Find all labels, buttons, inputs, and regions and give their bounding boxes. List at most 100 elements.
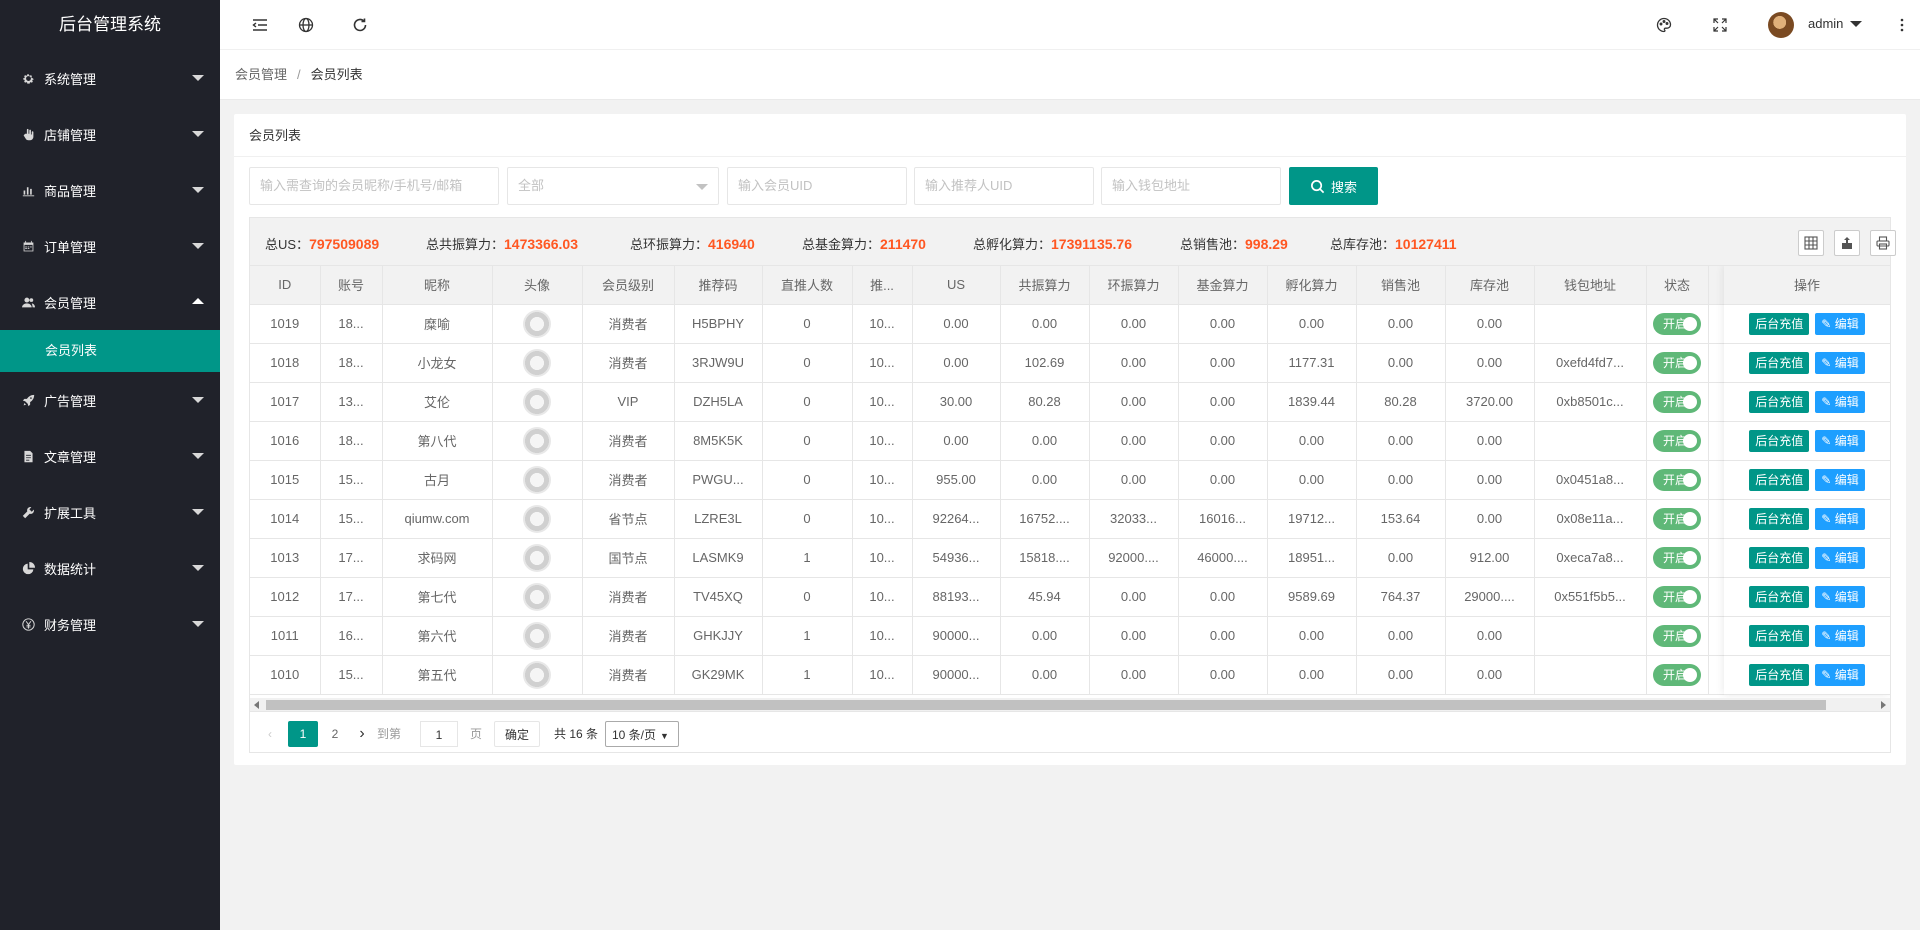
globe-icon[interactable] <box>296 15 316 35</box>
prev-page-icon[interactable]: ‹ <box>262 721 278 747</box>
column-header[interactable]: 基金算力 <box>1178 266 1268 305</box>
column-header[interactable]: 销售池 <box>1356 266 1446 305</box>
keyword-search-input[interactable]: 输入需查询的会员昵称/手机号/邮箱 <box>249 167 499 205</box>
sidebar-item-4[interactable]: 会员管理 <box>0 274 220 330</box>
user-avatar[interactable] <box>1768 12 1794 38</box>
column-header[interactable]: 推荐码 <box>674 266 763 305</box>
recharge-button[interactable]: 后台充值 <box>1749 546 1810 569</box>
avatar[interactable] <box>523 504 551 533</box>
column-header[interactable]: 账号 <box>320 266 383 305</box>
member-level-select[interactable]: 全部 <box>507 167 719 205</box>
scroll-right-arrow-icon[interactable] <box>1881 701 1886 709</box>
column-filter-icon[interactable] <box>1798 230 1824 256</box>
recharge-button[interactable]: 后台充值 <box>1749 585 1810 608</box>
status-toggle[interactable]: 开启 <box>1653 312 1701 335</box>
recharge-button[interactable]: 后台充值 <box>1749 351 1810 374</box>
recharge-button[interactable]: 后台充值 <box>1749 390 1810 413</box>
edit-button[interactable]: ✎ 编辑 <box>1815 312 1865 335</box>
avatar[interactable] <box>523 426 551 455</box>
column-header[interactable]: 孵化算力 <box>1267 266 1357 305</box>
status-toggle[interactable]: 开启 <box>1653 624 1701 647</box>
page-2-button[interactable]: 2 <box>320 721 350 747</box>
edit-button[interactable]: ✎ 编辑 <box>1815 351 1865 374</box>
column-header[interactable]: ID <box>250 266 321 305</box>
more-vertical-icon[interactable] <box>1892 15 1912 35</box>
recharge-button[interactable]: 后台充值 <box>1749 507 1810 530</box>
scrollbar-thumb[interactable] <box>266 700 1826 710</box>
edit-button[interactable]: ✎ 编辑 <box>1815 624 1865 647</box>
page-size-select[interactable]: 10 条/页 ▼ <box>605 721 679 747</box>
edit-button[interactable]: ✎ 编辑 <box>1815 663 1865 686</box>
search-button[interactable]: 搜索 <box>1289 167 1378 205</box>
user-name[interactable]: admin <box>1808 16 1843 31</box>
column-header[interactable]: 库存池 <box>1445 266 1535 305</box>
horizontal-scrollbar[interactable] <box>250 698 1890 712</box>
recharge-button[interactable]: 后台充值 <box>1749 624 1810 647</box>
sidebar-item-9[interactable]: 财务管理 <box>0 596 220 652</box>
column-header[interactable]: 环振算力 <box>1089 266 1179 305</box>
avatar[interactable] <box>523 582 551 611</box>
wallet-address-input[interactable]: 输入钱包地址 <box>1101 167 1281 205</box>
status-toggle[interactable]: 开启 <box>1653 663 1701 686</box>
sidebar-item-2[interactable]: 商品管理 <box>0 162 220 218</box>
column-header[interactable]: 昵称 <box>382 266 493 305</box>
edit-button[interactable]: ✎ 编辑 <box>1815 546 1865 569</box>
status-toggle[interactable]: 开启 <box>1653 390 1701 413</box>
page-1-button[interactable]: 1 <box>288 721 318 747</box>
next-page-icon[interactable]: › <box>354 721 370 747</box>
sidebar-subitem-member-list[interactable]: 会员列表 <box>0 330 220 372</box>
column-header[interactable]: 会员级别 <box>582 266 675 305</box>
edit-button[interactable]: ✎ 编辑 <box>1815 585 1865 608</box>
status-toggle[interactable]: 开启 <box>1653 429 1701 452</box>
avatar[interactable] <box>523 387 551 416</box>
status-toggle[interactable]: 开启 <box>1653 351 1701 374</box>
edit-button[interactable]: ✎ 编辑 <box>1815 390 1865 413</box>
chevron-down-icon[interactable] <box>1850 21 1862 27</box>
edit-button[interactable]: ✎ 编辑 <box>1815 429 1865 452</box>
top-header: admin <box>220 0 1920 50</box>
avatar[interactable] <box>523 309 551 338</box>
edit-button[interactable]: ✎ 编辑 <box>1815 468 1865 491</box>
status-toggle[interactable]: 开启 <box>1653 468 1701 491</box>
column-header[interactable]: 共振算力 <box>1000 266 1090 305</box>
avatar[interactable] <box>523 465 551 494</box>
sidebar-item-7[interactable]: 扩展工具 <box>0 484 220 540</box>
column-header[interactable]: 推... <box>852 266 913 305</box>
print-icon[interactable] <box>1870 230 1896 256</box>
goto-page-input[interactable]: 1 <box>420 721 458 747</box>
menu-collapse-icon[interactable] <box>250 15 270 35</box>
status-toggle[interactable]: 开启 <box>1653 507 1701 530</box>
recharge-button[interactable]: 后台充值 <box>1749 312 1810 335</box>
avatar[interactable] <box>523 543 551 572</box>
status-toggle[interactable]: 开启 <box>1653 546 1701 569</box>
refresh-icon[interactable] <box>350 15 370 35</box>
breadcrumb-parent[interactable]: 会员管理 <box>235 67 287 82</box>
column-header[interactable]: US <box>912 266 1001 305</box>
recharge-button[interactable]: 后台充值 <box>1749 663 1810 686</box>
table-cell: 10... <box>852 382 913 422</box>
sidebar-item-8[interactable]: 数据统计 <box>0 540 220 596</box>
recharge-button[interactable]: 后台充值 <box>1749 429 1810 452</box>
column-header[interactable]: 直推人数 <box>762 266 853 305</box>
column-header[interactable]: 头像 <box>492 266 583 305</box>
sidebar-item-0[interactable]: 系统管理 <box>0 50 220 106</box>
column-header[interactable]: 钱包地址 <box>1534 266 1647 305</box>
avatar[interactable] <box>523 348 551 377</box>
sidebar-item-1[interactable]: 店铺管理 <box>0 106 220 162</box>
export-icon[interactable] <box>1834 230 1860 256</box>
edit-button[interactable]: ✎ 编辑 <box>1815 507 1865 530</box>
sidebar-item-5[interactable]: 广告管理 <box>0 372 220 428</box>
goto-confirm-button[interactable]: 确定 <box>494 721 540 747</box>
avatar[interactable] <box>523 621 551 650</box>
avatar[interactable] <box>523 660 551 689</box>
sidebar-item-6[interactable]: 文章管理 <box>0 428 220 484</box>
recharge-button[interactable]: 后台充值 <box>1749 468 1810 491</box>
member-uid-input[interactable]: 输入会员UID <box>727 167 907 205</box>
column-header[interactable]: 状态 <box>1646 266 1709 305</box>
status-toggle[interactable]: 开启 <box>1653 585 1701 608</box>
sidebar-item-3[interactable]: 订单管理 <box>0 218 220 274</box>
scroll-left-arrow-icon[interactable] <box>254 701 259 709</box>
referrer-uid-input[interactable]: 输入推荐人UID <box>914 167 1094 205</box>
theme-palette-icon[interactable] <box>1654 15 1674 35</box>
fullscreen-icon[interactable] <box>1710 15 1730 35</box>
